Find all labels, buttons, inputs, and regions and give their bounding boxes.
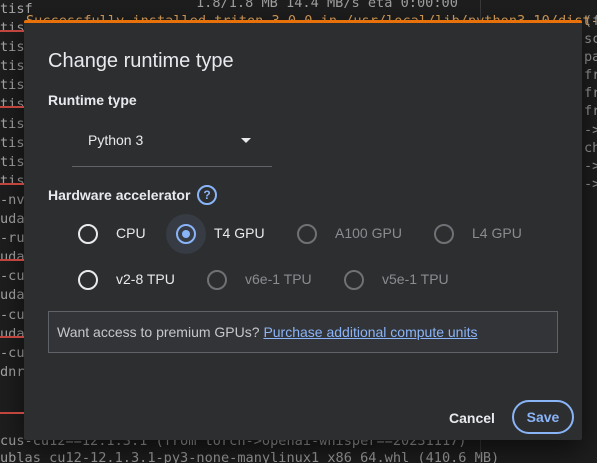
terminal-right-strip: (fscpafrfrfr->cch->->	[584, 0, 597, 193]
terminal-left-fragment: tisf	[0, 58, 33, 75]
terminal-right-fragment: ->	[584, 175, 597, 192]
terminal-left-fragment: -cu	[0, 344, 25, 361]
terminal-error-marker	[0, 336, 24, 338]
terminal-left-fragment: dnr	[0, 363, 25, 380]
radio-checked-icon	[176, 224, 196, 244]
terminal-left-fragment: tisf	[0, 153, 33, 170]
terminal-error-marker	[0, 412, 24, 414]
save-button[interactable]: Save	[512, 400, 574, 434]
terminal-left-fragment: tisf	[0, 172, 33, 189]
premium-gpu-notice: Want access to premium GPUs? Purchase ad…	[48, 311, 558, 353]
terminal-left-fragment: -cup	[0, 306, 33, 323]
radio-circle-icon	[207, 270, 227, 290]
radio-label-v5e-1-tpu: v5e-1 TPU	[382, 271, 449, 287]
radio-circle-icon	[344, 270, 364, 290]
terminal-error-marker	[0, 259, 24, 261]
dialog-title: Change runtime type	[48, 50, 234, 72]
radio-label-v2-8-tpu: v2-8 TPU	[116, 271, 175, 287]
terminal-left-strip: tisf tisf tisf tisf tisf tisf tisf tisf tisf tisf…	[0, 0, 33, 463]
runtime-type-value: Python 3	[88, 132, 144, 148]
terminal-error-marker	[0, 106, 24, 108]
radio-circle-icon	[297, 224, 317, 244]
radio-label-v6e-1-tpu: v6e-1 TPU	[245, 271, 312, 287]
terminal-left-fragment: uda_	[0, 287, 33, 304]
hardware-accelerator-label: Hardware accelerator	[48, 187, 191, 203]
terminal-left-fragment: -nvr	[0, 191, 33, 208]
dropdown-arrow-icon	[241, 138, 251, 143]
premium-notice-text: Want access to premium GPUs? Purchase ad…	[57, 324, 477, 340]
runtime-type-select[interactable]: Python 3	[72, 122, 272, 167]
terminal-right-fragment: (f	[584, 13, 597, 29]
terminal-left-fragment: tisf	[0, 77, 33, 94]
cancel-button[interactable]: Cancel	[437, 400, 507, 436]
help-icon[interactable]: ?	[197, 185, 217, 205]
radio-label-l4-gpu: L4 GPU	[472, 225, 522, 241]
radio-circle-icon	[78, 270, 98, 290]
terminal-left-fragment: uda_	[0, 325, 33, 342]
runtime-type-label: Runtime type	[48, 92, 137, 108]
terminal-right-fragment: pa	[584, 49, 597, 66]
change-runtime-dialog: Change runtime type Runtime type Python …	[24, 20, 582, 440]
terminal-right-fragment: fr	[584, 85, 597, 102]
terminal-right-fragment: fr	[584, 103, 597, 120]
terminal-left-fragment: tisf	[0, 134, 33, 151]
terminal-progress-line: 1.8/1.8 MB 14.4 MB/s eta 0:00:00	[196, 0, 458, 11]
terminal-right-fragment: ->	[584, 157, 597, 174]
radio-circle-icon	[78, 224, 98, 244]
terminal-right-fragment: sc	[584, 31, 597, 48]
radio-label-a100-gpu: A100 GPU	[335, 225, 402, 241]
radio-label-cpu: CPU	[116, 225, 146, 241]
terminal-left-fragment: -cup	[0, 268, 33, 285]
terminal-right-fragment: ->c	[584, 121, 597, 138]
terminal-bottom-line-2: ublas_cu12-12.1.3.1-py3-none-manylinux1_…	[0, 450, 500, 463]
purchase-compute-units-link[interactable]: Purchase additional compute units	[263, 324, 477, 340]
terminal-left-fragment: tisf	[0, 1, 33, 17]
terminal-right-fragment: ch	[584, 139, 597, 156]
radio-circle-icon	[434, 224, 454, 244]
premium-question: Want access to premium GPUs?	[57, 324, 260, 340]
terminal-left-fragment: uda_	[0, 211, 33, 228]
terminal-left-fragment: tisf	[0, 115, 33, 132]
terminal-left-fragment: -rur	[0, 230, 33, 247]
terminal-error-marker	[0, 30, 24, 32]
terminal-left-fragment: uda_	[0, 249, 33, 266]
terminal-error-marker	[0, 183, 24, 185]
terminal-left-fragment: tisf	[0, 39, 33, 56]
terminal-right-fragment: fr	[584, 67, 597, 84]
radio-label-t4-gpu: T4 GPU	[214, 225, 265, 241]
terminal-left-fragment: tisf	[0, 20, 33, 37]
